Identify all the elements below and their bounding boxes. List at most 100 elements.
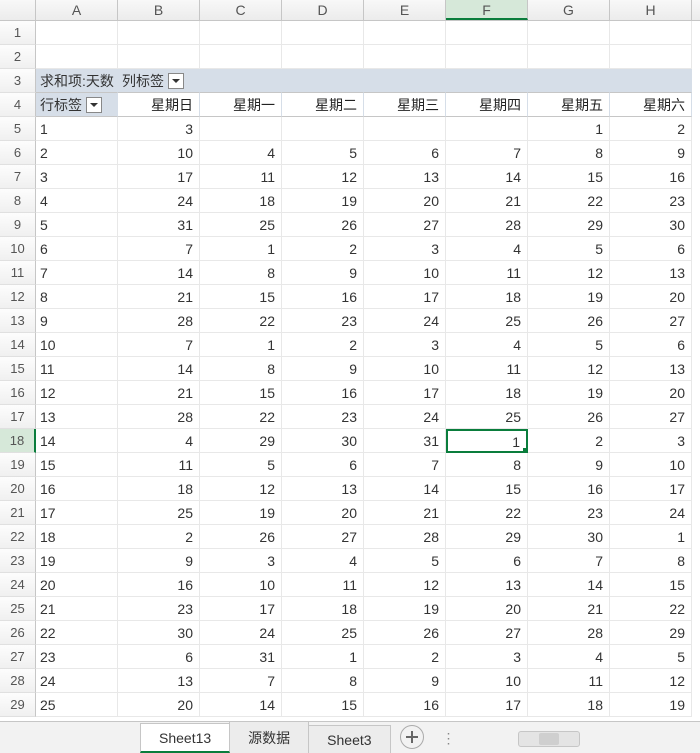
data-cell[interactable]: 6 — [364, 141, 446, 165]
data-cell[interactable]: 3 — [364, 333, 446, 357]
data-cell[interactable]: 16 — [282, 285, 364, 309]
data-cell[interactable]: 12 — [200, 477, 282, 501]
cell[interactable] — [446, 69, 528, 93]
data-cell[interactable]: 20 — [118, 693, 200, 717]
data-cell[interactable]: 17 — [364, 381, 446, 405]
data-cell[interactable]: 10 — [118, 141, 200, 165]
pivot-row-label-value[interactable]: 15 — [36, 453, 118, 477]
data-cell[interactable]: 1 — [610, 525, 692, 549]
pivot-data-field[interactable]: 求和项:天数 — [36, 69, 118, 93]
row-header-6[interactable]: 6 — [0, 141, 36, 165]
data-cell[interactable]: 10 — [610, 453, 692, 477]
data-cell[interactable]: 27 — [446, 621, 528, 645]
pivot-row-label-value[interactable]: 8 — [36, 285, 118, 309]
data-cell[interactable]: 13 — [446, 573, 528, 597]
row-header-24[interactable]: 24 — [0, 573, 36, 597]
data-cell[interactable]: 5 — [610, 645, 692, 669]
row-header-17[interactable]: 17 — [0, 405, 36, 429]
data-cell[interactable]: 6 — [610, 237, 692, 261]
data-cell[interactable]: 23 — [610, 189, 692, 213]
row-header-23[interactable]: 23 — [0, 549, 36, 573]
cell[interactable] — [118, 21, 200, 45]
cell[interactable] — [200, 45, 282, 69]
data-cell[interactable]: 24 — [610, 501, 692, 525]
data-cell[interactable]: 18 — [446, 381, 528, 405]
data-cell[interactable]: 8 — [200, 261, 282, 285]
data-cell[interactable]: 26 — [364, 621, 446, 645]
data-cell[interactable]: 5 — [282, 141, 364, 165]
data-cell[interactable]: 20 — [282, 501, 364, 525]
data-cell[interactable]: 24 — [118, 189, 200, 213]
pivot-col-星期二[interactable]: 星期二 — [282, 93, 364, 117]
data-cell[interactable]: 15 — [446, 477, 528, 501]
pivot-row-label-value[interactable]: 22 — [36, 621, 118, 645]
more-tabs-icon[interactable]: ⋮ — [434, 730, 466, 753]
data-cell[interactable]: 15 — [610, 573, 692, 597]
data-cell[interactable]: 12 — [528, 357, 610, 381]
data-cell[interactable]: 13 — [610, 357, 692, 381]
data-cell[interactable]: 7 — [200, 669, 282, 693]
horizontal-scrollbar[interactable] — [518, 731, 580, 747]
data-cell[interactable]: 31 — [364, 429, 446, 453]
data-cell[interactable]: 14 — [118, 357, 200, 381]
data-cell[interactable]: 9 — [528, 453, 610, 477]
column-header-D[interactable]: D — [282, 0, 364, 20]
data-cell[interactable]: 1 — [200, 237, 282, 261]
data-cell[interactable]: 30 — [118, 621, 200, 645]
data-cell[interactable]: 22 — [528, 189, 610, 213]
cell[interactable] — [610, 69, 692, 93]
scroll-thumb[interactable] — [539, 733, 559, 745]
data-cell[interactable]: 20 — [610, 381, 692, 405]
cell[interactable] — [36, 45, 118, 69]
cell[interactable] — [446, 45, 528, 69]
data-cell[interactable]: 11 — [446, 261, 528, 285]
data-cell[interactable]: 11 — [528, 669, 610, 693]
cell[interactable] — [446, 21, 528, 45]
row-header-25[interactable]: 25 — [0, 597, 36, 621]
data-cell[interactable]: 9 — [364, 669, 446, 693]
data-cell[interactable]: 29 — [200, 429, 282, 453]
data-cell[interactable]: 21 — [118, 285, 200, 309]
data-cell[interactable]: 17 — [118, 165, 200, 189]
column-header-C[interactable]: C — [200, 0, 282, 20]
data-cell[interactable]: 26 — [282, 213, 364, 237]
data-cell[interactable]: 25 — [118, 501, 200, 525]
data-cell[interactable]: 10 — [200, 573, 282, 597]
data-cell[interactable]: 26 — [200, 525, 282, 549]
data-cell[interactable]: 19 — [364, 597, 446, 621]
data-cell[interactable]: 27 — [364, 213, 446, 237]
data-cell[interactable]: 7 — [446, 141, 528, 165]
row-header-18[interactable]: 18 — [0, 429, 36, 453]
data-cell[interactable]: 8 — [610, 549, 692, 573]
data-cell[interactable]: 28 — [528, 621, 610, 645]
row-header-13[interactable]: 13 — [0, 309, 36, 333]
row-header-3[interactable]: 3 — [0, 69, 36, 93]
data-cell[interactable]: 10 — [364, 261, 446, 285]
data-cell[interactable]: 2 — [282, 237, 364, 261]
row-header-12[interactable]: 12 — [0, 285, 36, 309]
data-cell[interactable]: 18 — [528, 693, 610, 717]
data-cell[interactable]: 28 — [118, 309, 200, 333]
cell[interactable] — [118, 45, 200, 69]
data-cell[interactable]: 24 — [200, 621, 282, 645]
data-cell[interactable]: 22 — [446, 501, 528, 525]
data-cell[interactable]: 22 — [200, 405, 282, 429]
pivot-col-星期日[interactable]: 星期日 — [118, 93, 200, 117]
data-cell[interactable]: 12 — [610, 669, 692, 693]
data-cell[interactable]: 6 — [282, 453, 364, 477]
pivot-row-label-value[interactable]: 3 — [36, 165, 118, 189]
data-cell[interactable] — [446, 117, 528, 141]
cell[interactable] — [610, 21, 692, 45]
data-cell[interactable]: 30 — [528, 525, 610, 549]
row-header-14[interactable]: 14 — [0, 333, 36, 357]
data-cell[interactable]: 2 — [610, 117, 692, 141]
pivot-row-label-value[interactable]: 24 — [36, 669, 118, 693]
data-cell[interactable]: 15 — [528, 165, 610, 189]
data-cell[interactable]: 15 — [200, 381, 282, 405]
data-cell[interactable]: 10 — [446, 669, 528, 693]
data-cell[interactable]: 2 — [282, 333, 364, 357]
sheet-tab-源数据[interactable]: 源数据 — [229, 721, 309, 753]
data-cell[interactable]: 19 — [528, 381, 610, 405]
data-cell[interactable]: 3 — [610, 429, 692, 453]
data-cell[interactable]: 24 — [364, 405, 446, 429]
